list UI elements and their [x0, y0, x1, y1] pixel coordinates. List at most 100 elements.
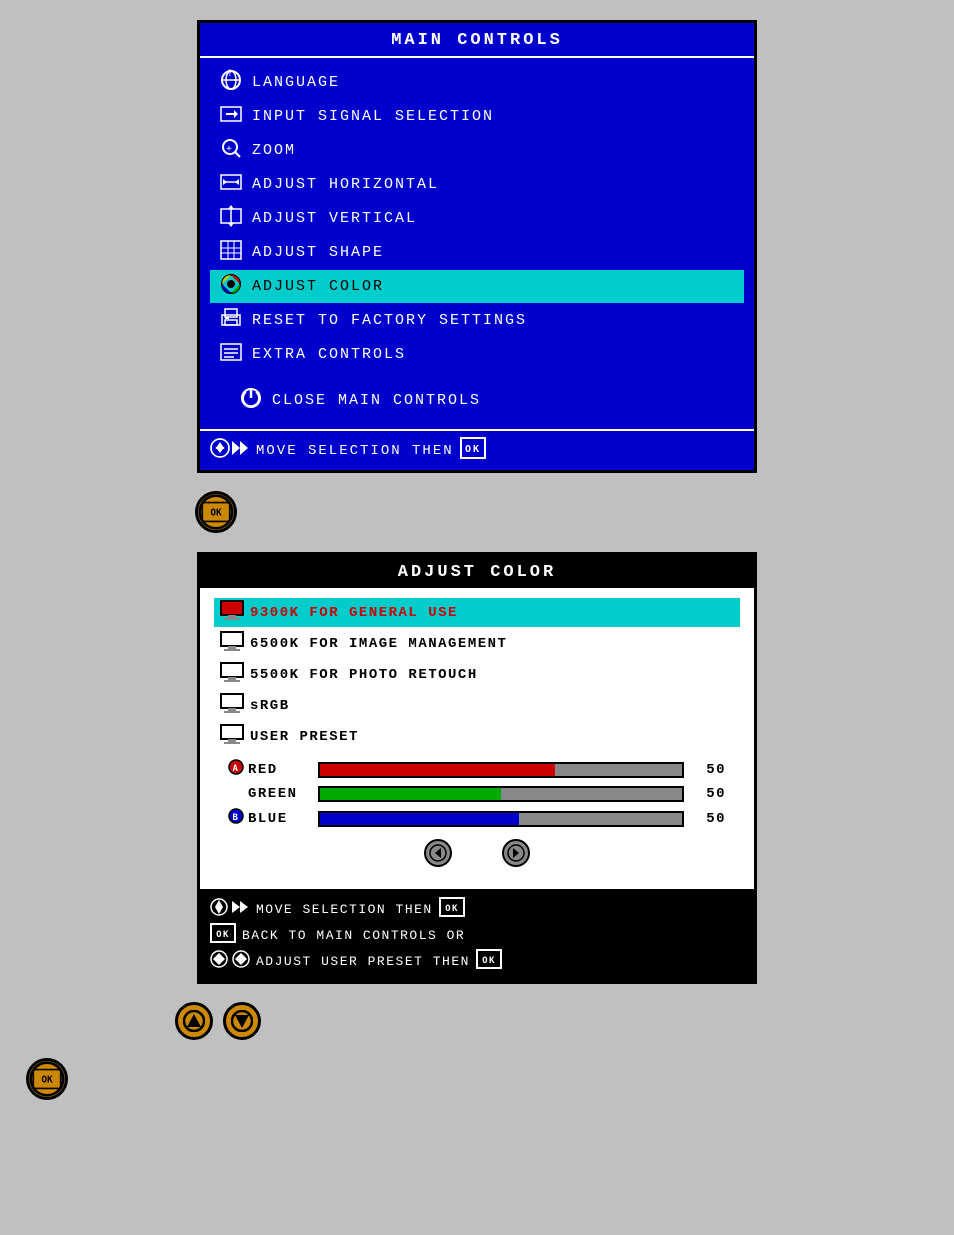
svg-text:OK: OK — [465, 444, 481, 455]
menu-item-zoom[interactable]: + ZOOM — [210, 134, 744, 167]
list-icon — [216, 341, 246, 368]
slider-left-arrow[interactable] — [424, 839, 452, 867]
svg-text:?: ? — [227, 69, 234, 79]
color-item-5500k[interactable]: 5500K FOR PHOTO RETOUCH — [214, 660, 740, 689]
menu-item-close[interactable]: CLOSE MAIN CONTROLS — [230, 384, 744, 417]
menu-item-adj-color[interactable]: ADJUST COLOR — [210, 270, 744, 303]
color-item-9300k[interactable]: 9300K FOR GENERAL USE — [214, 598, 740, 627]
menu-adj-shape-label: ADJUST SHAPE — [252, 244, 384, 261]
menu-zoom-label: ZOOM — [252, 142, 296, 159]
svg-text:OK: OK — [216, 930, 230, 940]
monitor-icon-red — [218, 600, 246, 625]
menu-item-reset[interactable]: RESET TO FACTORY SETTINGS — [210, 304, 744, 337]
printer-icon — [216, 307, 246, 334]
green-slider-fill — [320, 788, 501, 800]
color-item-user-preset[interactable]: USER PRESET — [214, 722, 740, 751]
ok-button[interactable]: OK — [195, 491, 237, 533]
main-controls-title: MAIN CONTROLS — [200, 23, 754, 58]
green-label: GREEN — [248, 786, 298, 802]
svg-text:OK: OK — [41, 1074, 53, 1085]
adjust-nav-label-1: MOVE SELECTION THEN — [256, 902, 433, 917]
close-main-label: CLOSE MAIN CONTROLS — [272, 392, 481, 409]
blue-label-container: B BLUE — [228, 808, 308, 829]
color-6500k-label: 6500K FOR IMAGE MANAGEMENT — [250, 636, 507, 652]
up-arrow-button[interactable] — [175, 1002, 213, 1040]
red-circle-icon: A — [228, 759, 244, 780]
red-slider-fill — [320, 764, 555, 776]
svg-text:OK: OK — [210, 507, 222, 518]
menu-adj-color-label: ADJUST COLOR — [252, 278, 384, 295]
slider-right-arrow[interactable] — [502, 839, 530, 867]
monitor-icon-4 — [218, 724, 246, 749]
menu-item-input-signal[interactable]: INPUT SIGNAL SELECTION — [210, 100, 744, 133]
adjust-nav-row-2: OK BACK TO MAIN CONTROLS OR — [210, 923, 744, 947]
adjust-nav-row-3: ADJUST USER PRESET THEN OK — [210, 949, 744, 973]
nav-ud-icon — [210, 897, 250, 921]
arrow-horizontal-icon — [216, 171, 246, 198]
monitor-icon-2 — [218, 662, 246, 687]
svg-text:+: + — [226, 144, 233, 154]
bottom-ok-button[interactable]: OK — [26, 1058, 68, 1100]
menu-item-adj-horiz[interactable]: ADJUST HORIZONTAL — [210, 168, 744, 201]
blue-slider-bar[interactable] — [318, 811, 684, 827]
menu-adj-vert-label: ADJUST VERTICAL — [252, 210, 417, 227]
main-controls-nav-bar: MOVE SELECTION THEN OK — [200, 429, 754, 470]
menu-language-label: LANGUAGE — [252, 74, 340, 91]
color-menu-list: 9300K FOR GENERAL USE 6500K FOR IMAGE MA… — [200, 588, 754, 891]
green-slider-value: 50 — [694, 786, 726, 802]
nav-icon-pair — [210, 437, 250, 464]
down-arrow-button[interactable] — [223, 1002, 261, 1040]
svg-text:OK: OK — [445, 904, 459, 914]
blue-slider-fill — [320, 813, 519, 825]
svg-text:OK: OK — [482, 956, 496, 966]
red-slider-value: 50 — [694, 762, 726, 778]
blue-slider-value: 50 — [694, 811, 726, 827]
bottom-ok-container: OK — [26, 1058, 68, 1100]
lr-arrows-icon — [210, 949, 250, 973]
color-item-srgb[interactable]: sRGB — [214, 691, 740, 720]
close-power-icon — [236, 387, 266, 414]
svg-text:B: B — [233, 813, 240, 823]
main-controls-panel: MAIN CONTROLS ? LANGUAGE — [197, 20, 757, 473]
slider-row-green: GREEN 50 — [228, 786, 726, 802]
color-wheel-icon — [216, 273, 246, 300]
monitor-icon-1 — [218, 631, 246, 656]
svg-text:A: A — [233, 764, 240, 774]
globe-icon: ? — [216, 69, 246, 96]
adjust-nav-label-2: BACK TO MAIN CONTROLS OR — [242, 928, 465, 943]
sliders-section: A RED 50 GREEN 50 — [214, 753, 740, 883]
arrow-right-icon — [216, 103, 246, 130]
menu-adj-horiz-label: ADJUST HORIZONTAL — [252, 176, 439, 193]
menu-spacer — [210, 372, 744, 380]
slider-nav-arrows — [228, 835, 726, 875]
adjust-color-title: ADJUST COLOR — [200, 555, 754, 588]
color-item-6500k[interactable]: 6500K FOR IMAGE MANAGEMENT — [214, 629, 740, 658]
adjust-color-nav-bar: MOVE SELECTION THEN OK OK BACK TO MAIN C… — [200, 891, 754, 981]
main-menu-list: ? LANGUAGE INPUT SIGNAL SELECTION — [200, 58, 754, 429]
red-label-container: A RED — [228, 759, 308, 780]
monitor-icon-3 — [218, 693, 246, 718]
menu-item-language[interactable]: ? LANGUAGE — [210, 66, 744, 99]
ok-sq-icon-2: OK — [210, 923, 236, 947]
slider-row-blue: B BLUE 50 — [228, 808, 726, 829]
menu-input-signal-label: INPUT SIGNAL SELECTION — [252, 108, 494, 125]
color-5500k-label: 5500K FOR PHOTO RETOUCH — [250, 667, 478, 683]
bottom-arrows-container — [175, 1002, 261, 1040]
menu-reset-label: RESET TO FACTORY SETTINGS — [252, 312, 527, 329]
adjust-nav-row-1: MOVE SELECTION THEN OK — [210, 897, 744, 921]
menu-item-extra[interactable]: EXTRA CONTROLS — [210, 338, 744, 371]
menu-extra-label: EXTRA CONTROLS — [252, 346, 406, 363]
magnifier-icon: + — [216, 137, 246, 164]
color-9300k-label: 9300K FOR GENERAL USE — [250, 605, 458, 621]
menu-item-adj-shape[interactable]: ADJUST SHAPE — [210, 236, 744, 269]
ok-square-icon: OK — [460, 437, 486, 464]
main-nav-label: MOVE SELECTION THEN — [256, 443, 454, 459]
ok-sq-icon-3: OK — [476, 949, 502, 973]
ok-sq-icon-1: OK — [439, 897, 465, 921]
adjust-color-panel: ADJUST COLOR 9300K FOR GENERAL USE — [197, 552, 757, 984]
green-label-container: GREEN — [228, 786, 308, 802]
menu-item-adj-vert[interactable]: ADJUST VERTICAL — [210, 202, 744, 235]
green-slider-bar[interactable] — [318, 786, 684, 802]
grid-icon — [216, 239, 246, 266]
red-slider-bar[interactable] — [318, 762, 684, 778]
